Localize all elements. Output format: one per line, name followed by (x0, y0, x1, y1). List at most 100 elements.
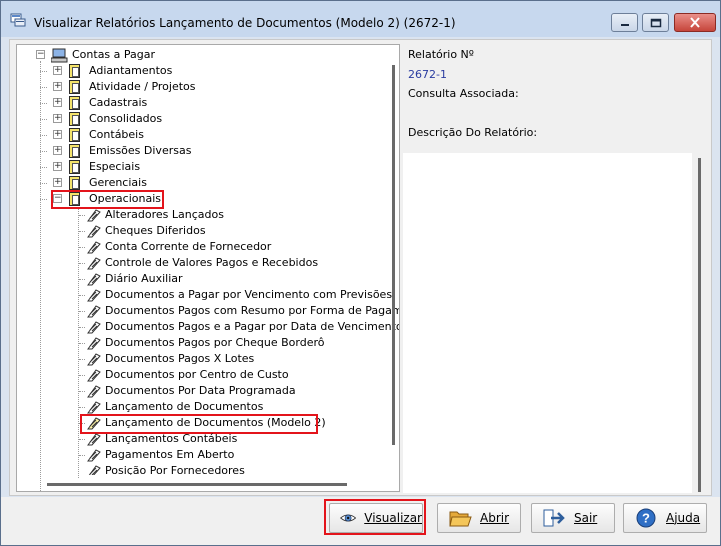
tree-node-label: Diário Auxiliar (105, 272, 183, 285)
report-icon (87, 321, 101, 334)
tree-node-label: Documentos Por Data Programada (105, 384, 296, 397)
tree-group-especiais[interactable]: + Especiais (40, 159, 387, 175)
ajuda-button[interactable]: ? Ajuda (623, 503, 707, 533)
tree-node-root[interactable]: − Contas a Pagar (33, 47, 393, 63)
report-tree[interactable]: − Contas a Pagar + Adiantamentos + Ativi… (16, 44, 400, 492)
tree-report-item[interactable]: Diário Auxiliar (79, 271, 395, 287)
minimize-icon (620, 23, 629, 26)
tree-report-item[interactable]: Documentos a Pagar por Vencimento com Pr… (79, 287, 395, 303)
window-title: Visualizar Relatórios Lançamento de Docu… (34, 16, 456, 30)
expand-icon[interactable]: + (53, 162, 62, 171)
title-bar[interactable]: Visualizar Relatórios Lançamento de Docu… (1, 1, 720, 37)
tree-node-label: Conta Corrente de Fornecedor (105, 240, 272, 253)
tree-report-item[interactable]: Cheques Diferidos (79, 223, 395, 239)
tree-node-label: Cadastrais (89, 96, 148, 109)
tree-node-label: Especiais (89, 160, 141, 173)
tree-report-item[interactable]: Documentos Pagos por Cheque Borderô (79, 335, 395, 351)
tree-report-item[interactable]: Controle de Valores Pagos e Recebidos (79, 255, 395, 271)
tree-report-item[interactable]: Documentos Por Data Programada (79, 383, 395, 399)
collapse-icon[interactable]: − (36, 50, 45, 59)
tree-report-item[interactable]: Conta Corrente de Fornecedor (79, 239, 395, 255)
descricao-textbox[interactable] (403, 153, 692, 493)
report-icon (87, 369, 101, 382)
folder-open-icon (449, 511, 472, 527)
expand-icon[interactable]: + (53, 98, 62, 107)
tree-group-adiantamentos[interactable]: + Adiantamentos (40, 63, 387, 79)
report-icon (87, 273, 101, 286)
report-icon (87, 385, 101, 398)
report-icon (88, 465, 101, 475)
tree-group-operacionais[interactable]: − Operacionais (40, 191, 387, 207)
expand-icon[interactable]: + (53, 66, 62, 75)
report-icon (87, 433, 101, 446)
maximize-icon (650, 18, 661, 27)
tree-node-label: Pagamentos Em Aberto (105, 448, 235, 461)
tree-group-cadastrais[interactable]: + Cadastrais (40, 95, 387, 111)
tree-node-label: Documentos Pagos X Lotes (105, 352, 255, 365)
descricao-scrollbar[interactable] (698, 158, 701, 492)
abrir-label: Abrir (480, 511, 510, 525)
close-button[interactable] (674, 13, 716, 32)
tree-vertical-scrollbar[interactable] (392, 65, 395, 445)
visualizar-button[interactable]: Visualizar (329, 503, 423, 533)
tree-node-label: Contas a Pagar (72, 48, 156, 61)
report-icon (87, 417, 101, 430)
tree-node-label: Documentos a Pagar por Vencimento com Pr… (105, 288, 393, 301)
tree-group-atividade-projetos[interactable]: + Atividade / Projetos (40, 79, 387, 95)
minimize-button[interactable] (611, 13, 638, 32)
folder-icon (69, 144, 80, 158)
report-icon (87, 305, 101, 318)
report-icon (87, 337, 101, 350)
report-info-panel: Relatório Nº 2672-1 Consulta Associada: … (403, 40, 710, 495)
tree-node-label: Posição Por Fornecedores (105, 464, 245, 475)
abrir-button[interactable]: Abrir (437, 503, 521, 533)
sair-button[interactable]: Sair (531, 503, 615, 533)
tree-node-label: Documentos por Centro de Custo (105, 368, 289, 381)
tree-report-item[interactable]: Documentos Pagos X Lotes (79, 351, 395, 367)
report-icon (87, 257, 101, 270)
tree-node-label: Documentos Pagos com Resumo por Forma de… (105, 304, 400, 317)
svg-text:?: ? (642, 511, 650, 526)
exit-icon (543, 509, 565, 527)
tree-report-item[interactable]: Lançamentos Contábeis (79, 431, 395, 447)
expand-icon[interactable]: + (53, 146, 62, 155)
collapse-icon[interactable]: − (53, 194, 62, 203)
tree-group-consolidados[interactable]: + Consolidados (40, 111, 387, 127)
maximize-button[interactable] (642, 13, 669, 32)
report-app-icon (10, 13, 26, 27)
tree-node-label: Controle de Valores Pagos e Recebidos (105, 256, 319, 269)
folder-icon (69, 176, 80, 190)
tree-horizontal-scrollbar[interactable] (47, 483, 347, 486)
expand-icon[interactable]: + (53, 114, 62, 123)
expand-icon[interactable]: + (53, 82, 62, 91)
report-viewer-window: Visualizar Relatórios Lançamento de Docu… (0, 0, 721, 546)
tree-report-item[interactable]: Documentos Pagos com Resumo por Forma de… (79, 303, 399, 319)
report-icon (87, 449, 101, 462)
tree-report-item[interactable]: Lançamento de Documentos (79, 399, 395, 415)
tree-node-label: Alteradores Lançados (105, 208, 224, 221)
tree-group-gerenciais[interactable]: + Gerenciais (40, 175, 387, 191)
tree-node-label: Lançamentos Contábeis (105, 432, 238, 445)
relatorio-number-label: Relatório Nº (408, 48, 474, 61)
tree-report-item[interactable]: Alteradores Lançados (79, 207, 395, 223)
ajuda-label: Ajuda (666, 511, 701, 525)
tree-report-item[interactable]: Pagamentos Em Aberto (79, 447, 395, 463)
tree-node-label: Lançamento de Documentos (Modelo 2) (105, 416, 326, 429)
tree-group-emissoes-diversas[interactable]: + Emissões Diversas (40, 143, 387, 159)
tree-report-item[interactable]: Documentos Pagos e a Pagar por Data de V… (79, 319, 399, 335)
expand-icon[interactable]: + (53, 130, 62, 139)
sair-label: Sair (574, 511, 598, 525)
expand-icon[interactable]: + (53, 178, 62, 187)
tree-node-label: Gerenciais (89, 176, 147, 189)
tree-report-item[interactable]: Posição Por Fornecedores (85, 463, 395, 475)
tree-report-item-selected[interactable]: Lançamento de Documentos (Modelo 2) (79, 415, 395, 431)
tree-report-item[interactable]: Documentos por Centro de Custo (79, 367, 395, 383)
tree-node-label: Consolidados (89, 112, 163, 125)
report-icon (87, 289, 101, 302)
tree-node-label: Adiantamentos (89, 64, 173, 77)
help-icon: ? (636, 508, 656, 528)
client-area: − Contas a Pagar + Adiantamentos + Ativi… (9, 39, 712, 496)
consulta-associada-label: Consulta Associada: (408, 87, 519, 100)
folder-icon (69, 160, 80, 174)
tree-group-contabeis[interactable]: + Contábeis (40, 127, 387, 143)
